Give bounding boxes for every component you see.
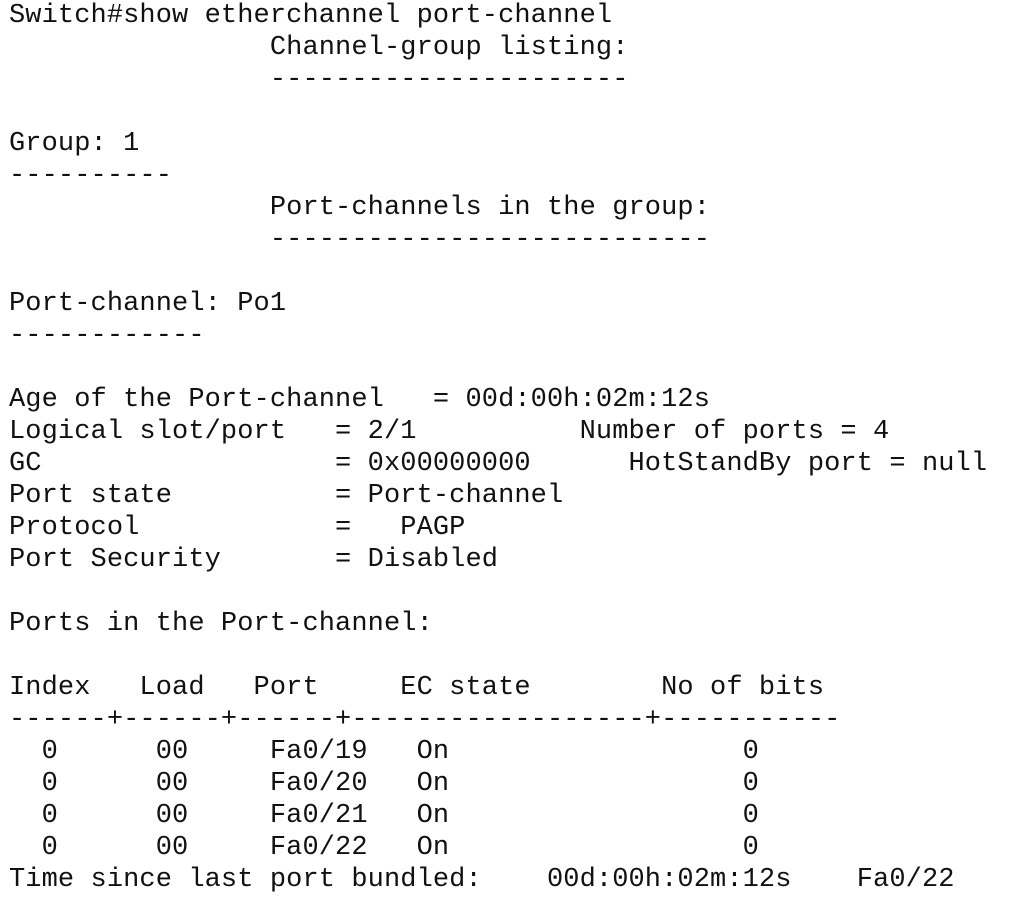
port-security-line: Port Security = Disabled: [9, 545, 499, 575]
port-channels-heading: Port-channels in the group:: [9, 193, 711, 223]
port-state-line: Port state = Port-channel: [9, 481, 564, 511]
port-channel-line: Port-channel: Po1: [9, 289, 287, 319]
ports-table-row: 0 00 Fa0/22 On 0: [9, 833, 759, 863]
gc-line: GC = 0x00000000 HotStandBy port = null: [9, 449, 988, 479]
channel-group-listing-underline: ----------------------: [9, 65, 629, 95]
ports-table-row: 0 00 Fa0/21 On 0: [9, 801, 759, 831]
logical-slot-port-line: Logical slot/port = 2/1 Number of ports …: [9, 417, 890, 447]
command-line: Switch#show etherchannel port-channel: [9, 1, 613, 31]
ports-table-separator: ------+------+------+------------------+…: [9, 705, 841, 735]
ports-table-row: 0 00 Fa0/20 On 0: [9, 769, 759, 799]
terminal-output: Switch#show etherchannel port-channel Ch…: [0, 0, 1024, 900]
port-channel-underline: ------------: [9, 321, 205, 351]
channel-group-listing-heading: Channel-group listing:: [9, 33, 629, 63]
ports-table-header: Index Load Port EC state No of bits: [9, 673, 825, 703]
ports-in-port-channel-heading: Ports in the Port-channel:: [9, 609, 433, 639]
time-since-last-bundled-line: Time since last port bundled: 00d:00h:02…: [9, 865, 955, 895]
age-line: Age of the Port-channel = 00d:00h:02m:12…: [9, 385, 711, 415]
port-channels-underline: ---------------------------: [9, 225, 711, 255]
group-underline: ----------: [9, 161, 173, 191]
ports-table-row: 0 00 Fa0/19 On 0: [9, 737, 759, 767]
protocol-line: Protocol = PAGP: [9, 513, 466, 543]
group-line: Group: 1: [9, 129, 140, 159]
